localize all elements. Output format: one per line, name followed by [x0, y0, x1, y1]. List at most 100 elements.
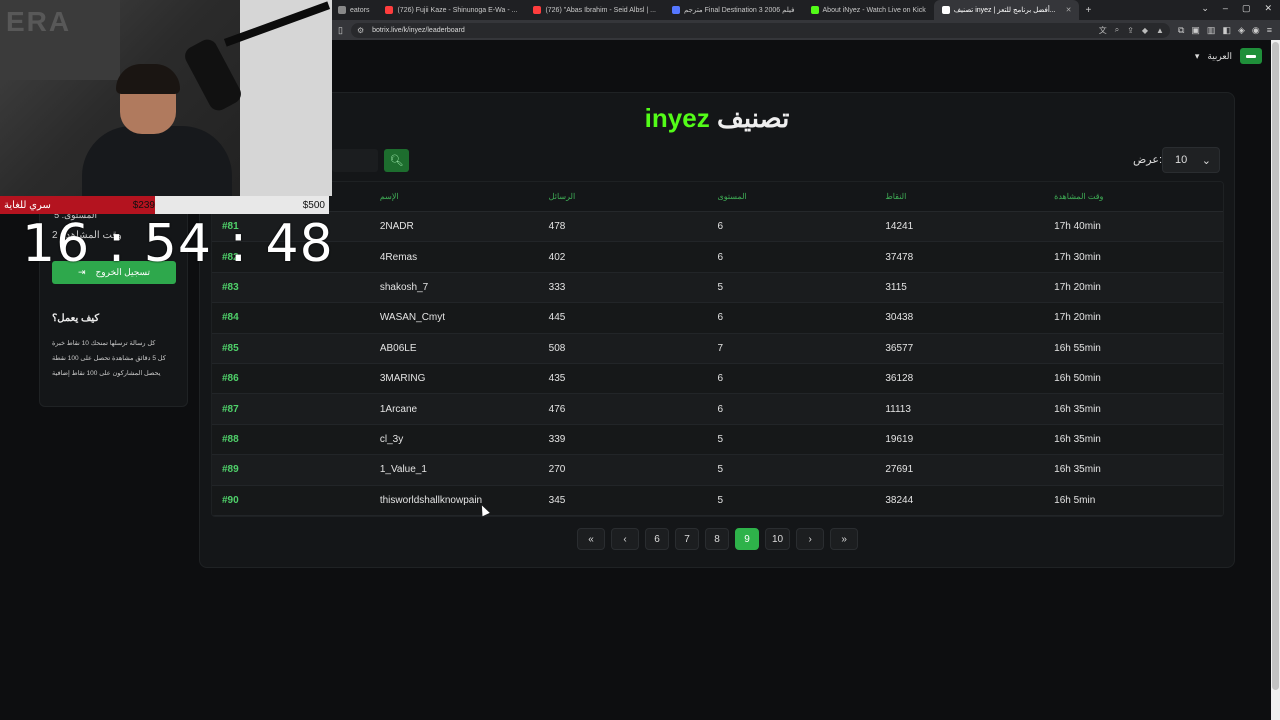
table-body: #81 2NADR 478 6 14241 17h 40min #82 4Remas 402 6 3…	[212, 212, 1223, 516]
col-messages[interactable]: الرسائل	[549, 192, 718, 201]
cell-points: 19619	[885, 433, 914, 445]
webcam-overlay: ERA	[0, 0, 332, 196]
stream-clock: 16 : 54 : 48	[22, 214, 334, 274]
table-row: #83 shakosh_7 333 5 3115 17h 20min	[212, 272, 1223, 304]
wallet-icon[interactable]: ◧	[1222, 25, 1231, 36]
cell-points: 27691	[885, 464, 914, 476]
share-icon[interactable]: ⇪	[1127, 26, 1134, 35]
info-item: يحصل المشاركون على 100 نقاط إضافية	[52, 370, 161, 377]
chevron-down-icon: ⌄	[1201, 154, 1211, 167]
site-info-icon[interactable]: ⚙	[357, 26, 364, 35]
page-title: inyez تصنيف	[200, 103, 1234, 134]
how-it-works-title: كيف يعمل؟	[52, 313, 100, 324]
search-input[interactable]	[332, 149, 378, 172]
prev-page-button[interactable]: ‹	[611, 528, 639, 550]
cell-level: 6	[717, 251, 724, 263]
double-chevron-left-icon: «	[588, 533, 594, 545]
cell-rank: #86	[222, 373, 239, 385]
cell-rank: #85	[222, 342, 239, 354]
browser-tab[interactable]: تصنيف inyez | أفضل برنامج للتعز... ✕	[933, 0, 1080, 20]
alert-icon[interactable]: ▲	[1156, 26, 1164, 35]
leaderboard-panel: inyez تصنيف 🔍︎ عرض: 10 ⌄ الإسم الرسائل ا…	[199, 92, 1235, 568]
page-button[interactable]: 6	[645, 528, 669, 550]
cell-level: 5	[717, 281, 724, 293]
vpn-icon[interactable]: ◈	[1238, 25, 1245, 36]
streamer	[82, 64, 232, 196]
next-page-button[interactable]: ›	[796, 528, 825, 550]
cell-name: 1_Value_1	[379, 464, 427, 476]
cell-watch: 16h 5min	[1054, 494, 1096, 506]
title-word: تصنيف	[716, 103, 790, 133]
cell-name: 2NADR	[379, 221, 414, 233]
cell-messages: 478	[548, 221, 566, 233]
last-page-button[interactable]: »	[830, 528, 859, 550]
favicon-icon	[671, 6, 680, 14]
close-tab-icon[interactable]: ✕	[1066, 6, 1072, 14]
cell-messages: 476	[548, 403, 566, 415]
watermark-text: ERA	[6, 6, 72, 37]
cell-level: 7	[717, 342, 724, 354]
first-page-button[interactable]: «	[577, 528, 605, 550]
cell-points: 36128	[885, 373, 914, 385]
cell-points: 30438	[885, 312, 914, 324]
sidebar-icon[interactable]: ▥	[1207, 25, 1216, 36]
cell-name: 3MARING	[379, 373, 426, 385]
cell-points: 37478	[885, 251, 914, 263]
search-button[interactable]: 🔍︎	[384, 149, 409, 172]
cell-watch: 16h 35min	[1054, 464, 1101, 476]
cell-name: shakosh_7	[379, 281, 429, 293]
browser-tab[interactable]: (726) "Abas Ibrahim - Seid Albsl | ...	[525, 0, 664, 20]
cell-watch: 16h 35min	[1054, 433, 1101, 445]
table-row: #87 1Arcane 476 6 11113 16h 35min	[212, 394, 1223, 425]
cell-points: 14241	[885, 221, 914, 233]
browser-tab[interactable]: (726) Fujii Kaze - Shinunoga E-Wa - ...	[377, 0, 525, 20]
menu-icon[interactable]: ≡	[1267, 25, 1272, 36]
address-url[interactable]: botrix.live/k/inyez/leaderboard	[372, 27, 1091, 34]
profile-icon[interactable]: ◉	[1252, 25, 1260, 36]
goal-current: $239	[132, 199, 155, 211]
table-row: #85 AB06LE 508 7 36577 16h 55min	[212, 333, 1223, 364]
chevron-right-icon: ›	[808, 533, 812, 545]
goal-target: $500	[302, 199, 325, 211]
favicon-icon	[533, 6, 542, 14]
table-row: #81 2NADR 478 6 14241 17h 40min	[212, 212, 1223, 243]
extension-icon[interactable]: ⧉	[1178, 25, 1184, 36]
translate-icon[interactable]: 文	[1099, 25, 1107, 36]
page-button[interactable]: 9	[735, 528, 759, 550]
tab-label: مترجم Final Destination 3 2006 فيلم	[683, 7, 795, 14]
language-switcher[interactable]: ▾ العربية	[1195, 48, 1262, 64]
browser-tab[interactable]: About iNyez - Watch Live on Kick	[803, 0, 934, 20]
table-header: الإسم الرسائل المستوى النقاط وقت المشاهد…	[212, 182, 1223, 212]
page-button[interactable]: 8	[705, 528, 729, 550]
media-icon[interactable]: ▣	[1191, 25, 1200, 36]
browser-tab[interactable]: مترجم Final Destination 3 2006 فيلم	[664, 0, 803, 20]
new-tab-icon[interactable]: +	[1079, 5, 1097, 16]
chevron-down-icon[interactable]: ⌄	[1201, 3, 1209, 14]
cell-watch: 17h 20min	[1054, 312, 1101, 324]
shield-icon[interactable]: ◆	[1142, 26, 1148, 35]
cell-rank: #83	[222, 281, 239, 293]
browser-tab[interactable]: eators	[330, 0, 377, 20]
zoom-icon[interactable]: ⌕	[1115, 25, 1119, 35]
chevron-down-icon: ▾	[1194, 50, 1200, 61]
page-size-select[interactable]: 10 ⌄	[1162, 147, 1220, 173]
cell-rank: #87	[222, 403, 239, 415]
channel-name: inyez	[644, 103, 710, 133]
minimize-icon[interactable]: –	[1223, 3, 1228, 14]
col-watchtime[interactable]: وقت المشاهدة	[1054, 192, 1223, 201]
page-button[interactable]: 7	[675, 528, 699, 550]
table-row: #89 1_Value_1 270 5 27691 16h 35min	[212, 455, 1223, 486]
info-item: كل 5 دقائق مشاهدة تحصل على 100 نقطة	[52, 355, 166, 362]
cell-level: 6	[717, 373, 724, 385]
scrollbar[interactable]	[1271, 40, 1280, 720]
bookmark-icon[interactable]: ▯	[338, 25, 343, 36]
scrollbar-thumb[interactable]	[1272, 42, 1279, 690]
col-level[interactable]: المستوى	[718, 192, 886, 201]
col-points[interactable]: النقاط	[885, 192, 1054, 201]
col-name[interactable]: الإسم	[380, 192, 549, 201]
page-button[interactable]: 10	[765, 528, 791, 550]
close-window-icon[interactable]: ✕	[1264, 3, 1272, 14]
cell-watch: 16h 50min	[1054, 373, 1101, 385]
maximize-icon[interactable]: ▢	[1242, 3, 1251, 14]
address-bar[interactable]: ⚙ botrix.live/k/inyez/leaderboard 文 ⌕ ⇪ …	[350, 22, 1170, 38]
